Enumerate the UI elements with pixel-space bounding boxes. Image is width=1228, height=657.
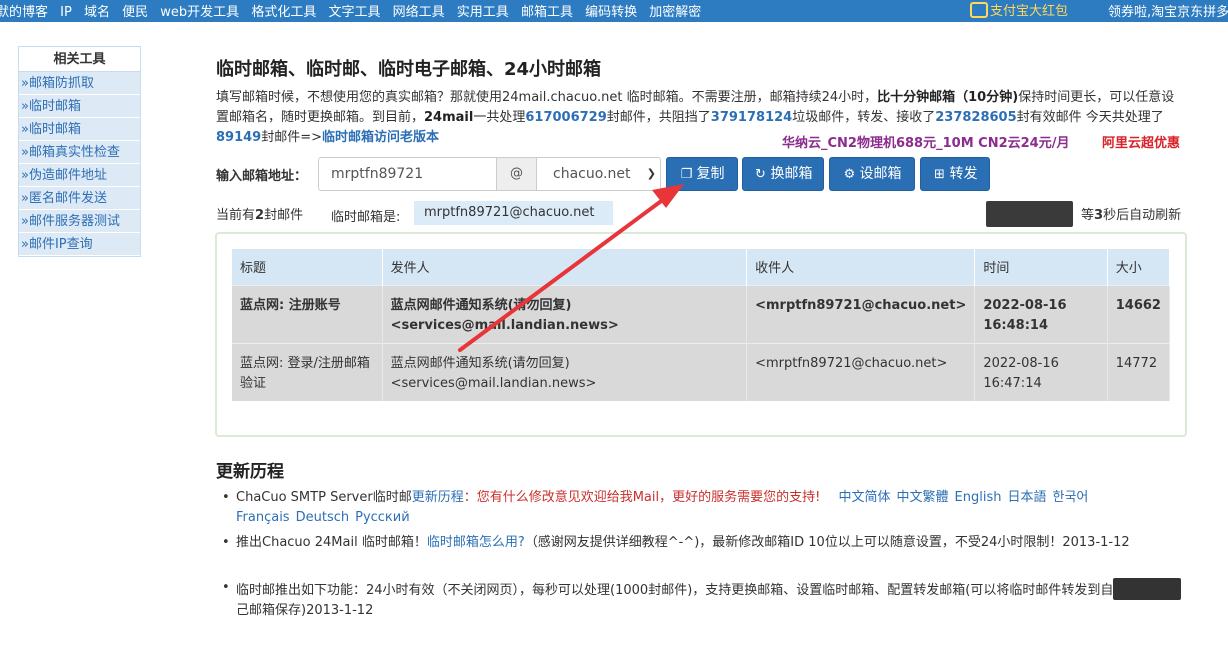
annotation-arrow [458, 184, 684, 352]
